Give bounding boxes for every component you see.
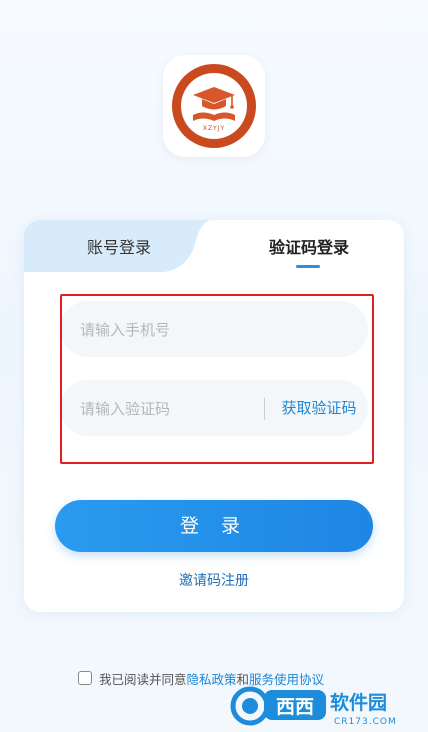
phone-input[interactable]: [78, 301, 352, 359]
watermark-site: 软件园: [330, 691, 387, 714]
app-logo: XZYJY: [163, 55, 265, 157]
agreement-prefix: 我已阅读并同意: [99, 671, 187, 687]
logo-text: XZYJY: [203, 125, 225, 132]
code-input[interactable]: [78, 380, 252, 438]
phone-field: [60, 301, 368, 359]
code-divider: [264, 398, 265, 420]
watermark-brand: 西西: [276, 696, 314, 718]
graduation-cap-logo-icon: XZYJY: [172, 64, 256, 148]
code-field: 获取验证码: [60, 380, 368, 438]
active-tab-indicator: [296, 265, 320, 268]
login-button[interactable]: 登 录: [55, 500, 373, 552]
watermark-domain: CR173.COM: [334, 717, 397, 727]
login-card: 账号登录 验证码登录 获取验证码 登 录 邀请码注册: [24, 220, 404, 612]
tab-account-login[interactable]: 账号登录: [24, 220, 214, 275]
invite-register-link[interactable]: 邀请码注册: [24, 570, 404, 590]
agree-checkbox[interactable]: [78, 671, 92, 685]
get-code-button[interactable]: 获取验证码: [274, 380, 364, 436]
site-watermark: 西西 软件园 CR173.COM: [230, 686, 397, 727]
